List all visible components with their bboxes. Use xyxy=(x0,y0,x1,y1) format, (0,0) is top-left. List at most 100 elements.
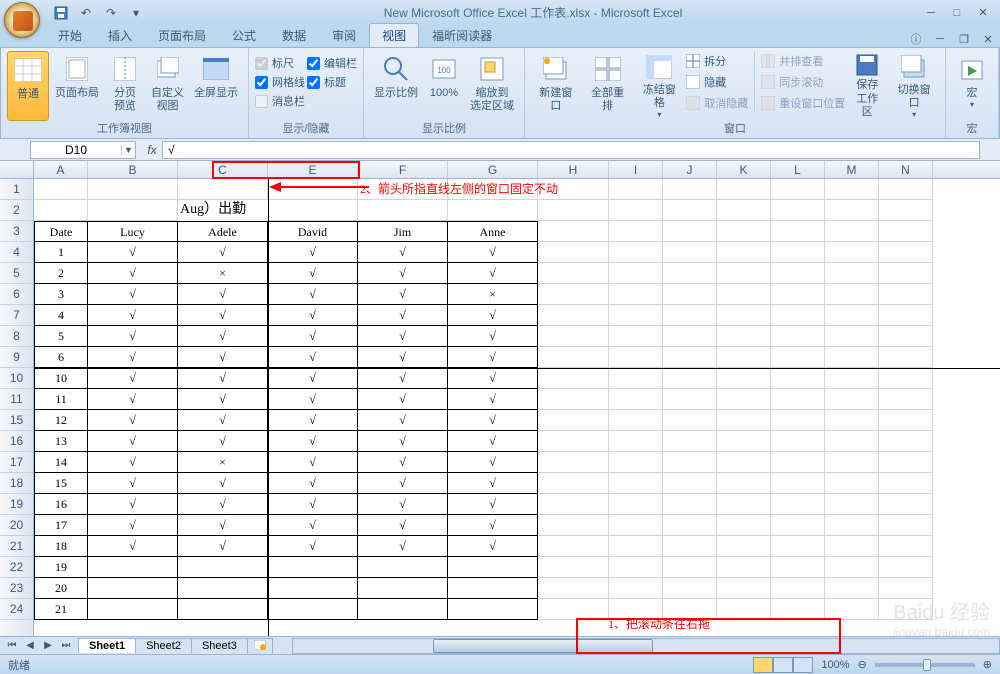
cell[interactable] xyxy=(88,599,178,620)
page-layout-view-icon[interactable] xyxy=(773,657,793,673)
cell[interactable] xyxy=(88,557,178,578)
cell[interactable] xyxy=(538,263,609,284)
doc-restore-button[interactable]: ❐ xyxy=(952,31,976,47)
sheet-prev-icon[interactable]: ◀ xyxy=(22,640,38,651)
cell[interactable] xyxy=(825,347,879,368)
normal-view-icon[interactable] xyxy=(753,657,773,673)
cell[interactable] xyxy=(717,305,771,326)
cell[interactable] xyxy=(717,578,771,599)
message-checkbox[interactable]: 消息栏 xyxy=(255,93,305,109)
cell[interactable] xyxy=(538,431,609,452)
cell[interactable] xyxy=(825,263,879,284)
cell[interactable] xyxy=(879,305,933,326)
name-box[interactable] xyxy=(31,143,121,157)
cell[interactable] xyxy=(34,200,88,221)
hide-button[interactable]: 隐藏 xyxy=(686,74,748,90)
column-header-N[interactable]: N xyxy=(879,161,933,178)
cell[interactable] xyxy=(879,284,933,305)
cell[interactable] xyxy=(825,242,879,263)
zoom-selection-button[interactable]: 缩放到 选定区域 xyxy=(466,51,518,121)
formula-bar-checkbox[interactable]: 编辑栏 xyxy=(307,55,357,71)
cell[interactable] xyxy=(609,284,663,305)
cell[interactable] xyxy=(663,389,717,410)
cell[interactable] xyxy=(717,263,771,284)
cell[interactable] xyxy=(879,221,933,242)
cell[interactable] xyxy=(879,410,933,431)
minimize-button[interactable]: ─ xyxy=(919,5,943,21)
cell[interactable]: 12 xyxy=(34,410,88,431)
cell[interactable]: 11 xyxy=(34,389,88,410)
cell[interactable] xyxy=(358,578,448,599)
zoom-out-button[interactable]: ⊖ xyxy=(858,658,867,671)
cell[interactable]: × xyxy=(178,263,268,284)
cell[interactable] xyxy=(448,578,538,599)
cell[interactable] xyxy=(663,410,717,431)
zoom-slider[interactable] xyxy=(875,663,975,667)
cell[interactable] xyxy=(717,557,771,578)
sheet-next-icon[interactable]: ▶ xyxy=(40,640,56,651)
cell[interactable] xyxy=(825,179,879,200)
cell[interactable] xyxy=(825,494,879,515)
column-header-J[interactable]: J xyxy=(663,161,717,178)
cell[interactable] xyxy=(771,452,825,473)
cell[interactable]: √ xyxy=(88,284,178,305)
select-all-corner[interactable] xyxy=(0,161,34,178)
qat-dropdown-icon[interactable]: ▾ xyxy=(125,3,147,23)
cell[interactable] xyxy=(717,410,771,431)
cell[interactable] xyxy=(663,515,717,536)
cell[interactable] xyxy=(609,326,663,347)
unhide-button[interactable]: 取消隐藏 xyxy=(686,95,748,111)
cell[interactable] xyxy=(771,326,825,347)
cell[interactable] xyxy=(178,557,268,578)
cell[interactable] xyxy=(717,494,771,515)
cell[interactable] xyxy=(663,347,717,368)
cell[interactable] xyxy=(538,305,609,326)
cell[interactable]: √ xyxy=(178,536,268,557)
tab-page-layout[interactable]: 页面布局 xyxy=(145,23,219,47)
cell[interactable]: √ xyxy=(358,494,448,515)
cell[interactable] xyxy=(538,368,609,389)
cell[interactable] xyxy=(717,284,771,305)
column-header-M[interactable]: M xyxy=(825,161,879,178)
cell[interactable] xyxy=(879,431,933,452)
cell[interactable] xyxy=(609,368,663,389)
cell[interactable]: √ xyxy=(448,305,538,326)
maximize-button[interactable]: □ xyxy=(945,5,969,21)
cell[interactable]: 21 xyxy=(34,599,88,620)
cell[interactable] xyxy=(663,494,717,515)
cell[interactable] xyxy=(771,368,825,389)
cell[interactable]: √ xyxy=(88,242,178,263)
undo-icon[interactable]: ↶ xyxy=(75,3,97,23)
cell[interactable]: √ xyxy=(448,452,538,473)
row-header[interactable]: 22 xyxy=(0,557,33,578)
redo-icon[interactable]: ↷ xyxy=(100,3,122,23)
column-header-A[interactable]: A xyxy=(34,161,88,178)
cell[interactable] xyxy=(771,179,825,200)
help-button[interactable]: ⓘ xyxy=(904,31,928,47)
tab-view[interactable]: 视图 xyxy=(369,23,419,47)
freeze-panes-button[interactable]: 冻结窗格▾ xyxy=(635,51,685,121)
doc-minimize-button[interactable]: ─ xyxy=(928,31,952,47)
row-header[interactable]: 7 xyxy=(0,305,33,326)
cell[interactable] xyxy=(178,599,268,620)
name-box-dropdown-icon[interactable]: ▼ xyxy=(121,145,135,155)
cell[interactable]: √ xyxy=(358,242,448,263)
custom-views-button[interactable]: 自定义 视图 xyxy=(147,51,188,121)
cell[interactable] xyxy=(825,431,879,452)
sheet-tab-1[interactable]: Sheet1 xyxy=(78,638,136,653)
cell[interactable]: √ xyxy=(358,473,448,494)
cell[interactable] xyxy=(538,452,609,473)
hundred-percent-button[interactable]: 100100% xyxy=(424,51,464,121)
cell[interactable] xyxy=(825,200,879,221)
cell[interactable]: √ xyxy=(178,389,268,410)
cell[interactable] xyxy=(771,515,825,536)
cell[interactable]: √ xyxy=(268,515,358,536)
cells-area[interactable]: Aug）出勤DateLucyAdeleDavidJimAnne1√√√√√2√×… xyxy=(34,179,1000,636)
cell[interactable]: √ xyxy=(448,494,538,515)
cell[interactable] xyxy=(771,389,825,410)
cell[interactable] xyxy=(538,410,609,431)
tab-data[interactable]: 数据 xyxy=(269,23,319,47)
column-header-C[interactable]: C xyxy=(178,161,268,178)
cell[interactable]: √ xyxy=(448,410,538,431)
cell[interactable] xyxy=(717,536,771,557)
